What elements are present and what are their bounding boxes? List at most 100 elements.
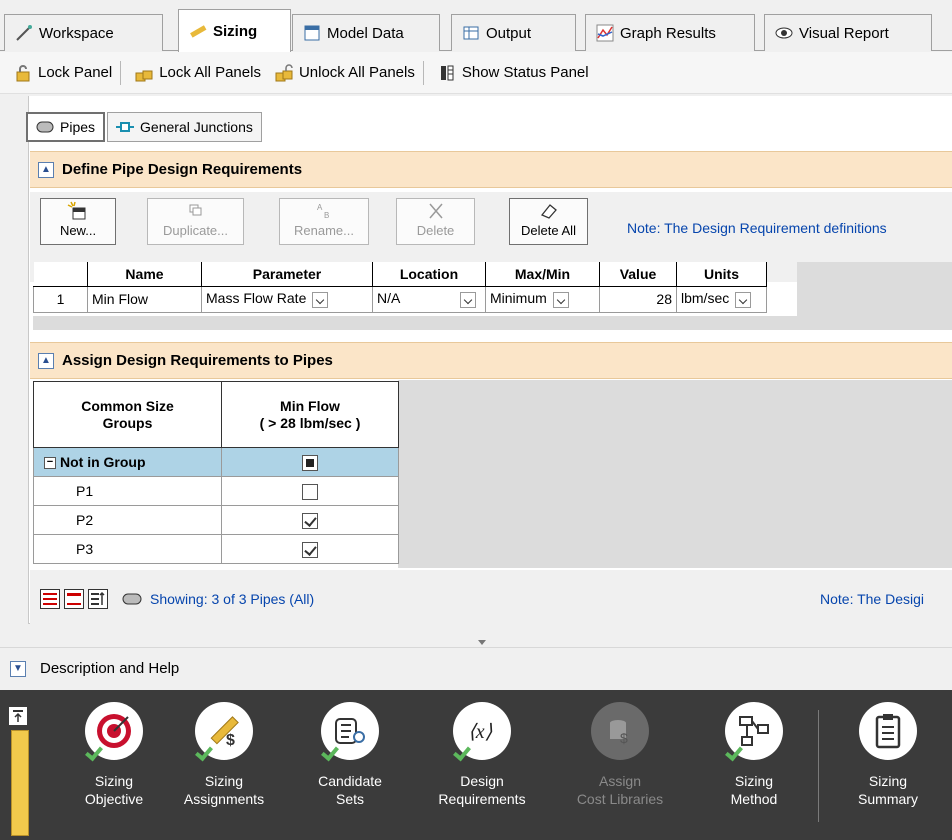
tab-output[interactable]: Output [451,14,576,51]
column-header-location[interactable]: Location [372,262,486,287]
column-header-value[interactable]: Value [599,262,677,287]
collapse-all-button[interactable] [64,589,84,609]
eye-icon [775,27,793,39]
sizing-summary-button[interactable]: Sizing Summary [838,702,938,808]
chevron-down-icon[interactable] [312,291,329,308]
location-dropdown[interactable]: N/A [372,285,486,313]
row-number-header [33,262,88,287]
description-label: Description and Help [40,660,180,677]
flowchart-icon [725,702,783,762]
section-title: Assign Design Requirements to Pipes [62,352,333,369]
expand-all-button[interactable] [40,589,60,609]
pin-icon[interactable] [9,707,27,725]
ribbon-label: Candidate [318,773,382,789]
assign-requirements-header[interactable]: ▲ Assign Design Requirements to Pipes [30,342,952,379]
min-flow-header[interactable]: Min Flow( > 28 lbm/sec ) [221,381,399,448]
sizing-assignments-button[interactable]: $ Sizing Assignments [174,702,274,808]
delete-x-icon [428,203,443,219]
sizing-objective-button[interactable]: Sizing Objective [64,702,164,808]
tab-label: Output [486,24,532,42]
common-size-groups-header[interactable]: Common Size Groups [33,381,222,448]
splitter-handle[interactable] [478,640,486,645]
sizing-steps-ribbon: Sizing Objective $ Sizing Assignments Ca… [0,690,952,840]
eraser-icon [540,204,557,219]
define-requirements-header[interactable]: ▲ Define Pipe Design Requirements [30,151,952,188]
list-search-icon [321,702,379,762]
column-header-units[interactable]: Units [676,262,767,287]
pipe-name-cell: P3 [33,534,222,564]
description-help-bar[interactable]: ▼ Description and Help [0,647,952,689]
units-dropdown[interactable]: lbm/sec [676,285,767,313]
ribbon-label: Sizing [734,773,774,789]
chevron-down-icon[interactable] [735,291,752,308]
parameter-dropdown[interactable]: Mass Flow Rate [201,285,373,313]
indeterminate-checkbox[interactable] [302,454,318,471]
subtab-pipes[interactable]: Pipes [26,112,106,142]
delete-all-button[interactable]: Delete All [509,198,588,245]
ribbon-label: Sizing [94,773,134,789]
tab-graph-results[interactable]: Graph Results [585,14,755,51]
sort-button[interactable] [88,589,108,609]
unlock-all-panels-button[interactable]: Unlock All Panels [269,58,423,88]
group-name-cell[interactable]: − Not in Group [33,447,222,477]
design-requirements-button[interactable]: ⟨x⟩ Design Requirements [432,702,532,808]
junction-icon [116,122,135,132]
collapse-group-icon[interactable]: − [44,457,56,470]
tab-workspace[interactable]: Workspace [4,14,163,51]
lock-all-label: Lock All Panels [159,64,261,81]
ribbon-label: Design [460,773,504,789]
row-number: 1 [33,285,88,313]
candidate-sets-button[interactable]: Candidate Sets [300,702,400,808]
subtab-general-junctions[interactable]: General Junctions [107,112,262,142]
svg-text:$: $ [226,732,235,749]
checked-checkbox[interactable] [302,541,318,558]
checkbox-cell[interactable] [221,476,399,506]
column-header-parameter[interactable]: Parameter [201,262,373,287]
show-status-panel-button[interactable]: Show Status Panel [424,58,597,88]
ribbon-label: Summary [858,791,918,807]
collapse-icon[interactable]: ▲ [38,352,54,369]
unchecked-checkbox[interactable] [302,483,318,500]
maxmin-dropdown[interactable]: Minimum [485,285,600,313]
chevron-down-icon[interactable] [460,291,477,308]
duplicate-button[interactable]: Duplicate... [147,198,244,245]
checkbox-cell[interactable] [221,505,399,535]
sizing-method-button[interactable]: Sizing Method [704,702,804,808]
requirement-name-cell[interactable]: Min Flow [87,285,202,313]
tab-visual-report[interactable]: Visual Report [764,14,932,51]
column-header-maxmin[interactable]: Max/Min [485,262,600,287]
tab-model-data[interactable]: Model Data [292,14,440,51]
column-header-name[interactable]: Name [87,262,202,287]
table-row[interactable]: P1 [33,476,399,506]
tab-label: Visual Report [799,24,889,42]
ribbon-label: Assignments [183,791,265,807]
rename-button[interactable]: AB Rename... [279,198,369,245]
pipe-junction-subtabs: Pipes General Junctions [26,112,264,142]
svg-text:$: $ [620,730,628,746]
delete-button[interactable]: Delete [396,198,475,245]
checked-checkbox[interactable] [302,512,318,529]
group-row[interactable]: − Not in Group [33,447,399,477]
value-cell[interactable]: 28 [599,285,677,313]
expand-icon[interactable]: ▼ [10,660,26,677]
ruler-dollar-icon: $ [195,702,253,762]
assign-cost-libraries-button[interactable]: $ Assign Cost Libraries [570,702,670,808]
table-row[interactable]: 1 Min Flow Mass Flow Rate N/A Minimum 28… [33,285,767,313]
checkbox-cell[interactable] [221,534,399,564]
parameter-value: Mass Flow Rate [206,290,307,307]
ribbon-label: Requirements [438,791,526,807]
group-checkbox-cell[interactable] [221,447,399,477]
chevron-down-icon[interactable] [552,291,569,308]
tab-label: Sizing [213,22,258,40]
tab-sizing[interactable]: Sizing [178,9,291,52]
lock-panel-button[interactable]: Lock Panel [0,58,120,88]
function-x-icon: ⟨x⟩ [453,702,511,762]
ribbon-label: Assign [598,773,642,789]
table-row[interactable]: P2 [33,505,399,535]
table-row[interactable]: P3 [33,534,399,564]
showing-count-link[interactable]: Showing: 3 of 3 Pipes (All) [150,591,314,607]
ribbon-divider [818,710,819,822]
lock-all-panels-button[interactable]: Lock All Panels [121,58,269,88]
collapse-icon[interactable]: ▲ [38,161,54,178]
new-button[interactable]: New... [40,198,116,245]
